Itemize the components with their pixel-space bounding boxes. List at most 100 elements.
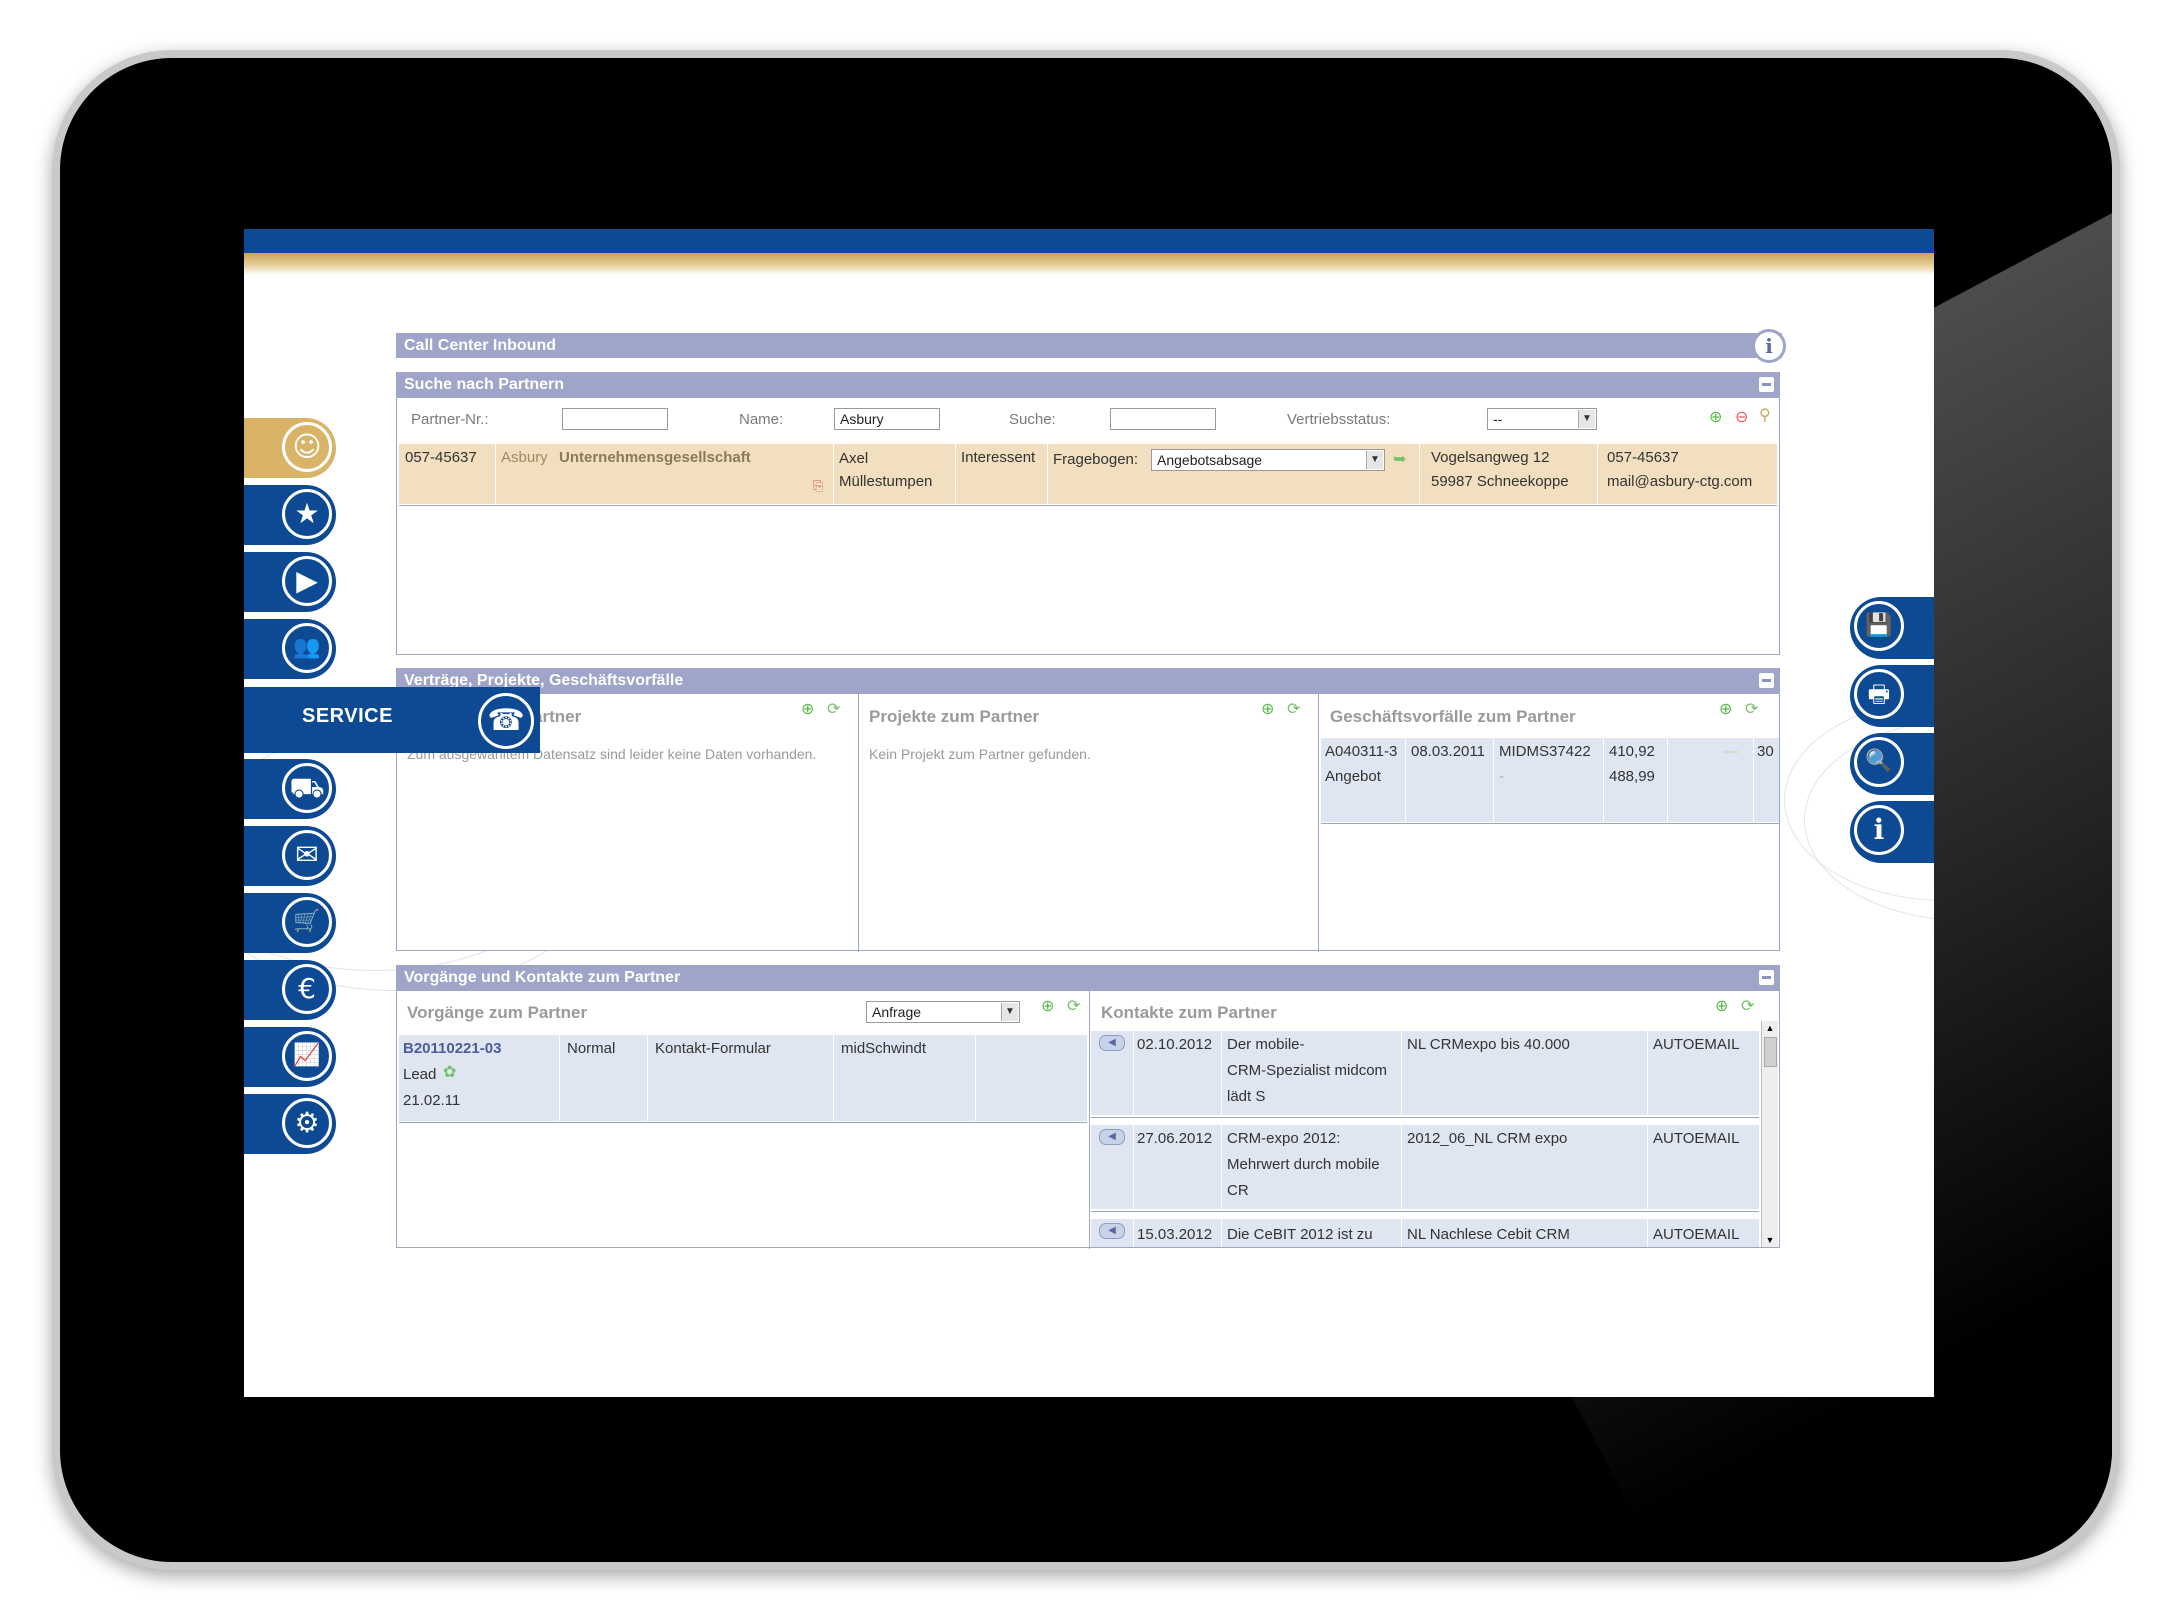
add-icon[interactable]: ⊕ [1715, 999, 1728, 1015]
col-divider [1401, 1125, 1402, 1209]
partner-nr-input[interactable] [562, 408, 668, 430]
nav-service-button[interactable]: SERVICE ☎ [244, 687, 540, 753]
search-icon[interactable]: ⚲ [1759, 408, 1771, 424]
col-divider [1089, 991, 1090, 1249]
gv-amount-gross: 488,99 [1609, 768, 1655, 785]
kontakt-campaign: NL Nachlese Cebit CRM [1407, 1226, 1570, 1243]
nav-logistics-button[interactable]: ⛟ [244, 759, 336, 819]
kontakt-subject-line1: CRM-expo 2012: [1227, 1130, 1341, 1147]
arrow-left-icon[interactable]: ◀ [1099, 1035, 1125, 1051]
kontakt-type: AUTOEMAIL [1653, 1036, 1740, 1053]
add-icon[interactable]: ⊕ [1261, 702, 1274, 718]
vorgang-channel: Kontakt-Formular [655, 1040, 771, 1057]
vertriebsstatus-select[interactable]: -- ▼ [1487, 408, 1597, 430]
vorgaenge-subhead: Vorgänge zum Partner [407, 1003, 588, 1022]
scroll-down-icon[interactable]: ▼ [1764, 1235, 1776, 1245]
kontakt-row[interactable]: ◀ 15.03.2012 Die CeBIT 2012 ist zu NL Na… [1091, 1219, 1759, 1247]
geschaeftsvorfall-row[interactable]: A040311-3 Angebot 08.03.2011 MIDMS37422 … [1321, 738, 1779, 822]
go-arrow-icon[interactable]: ➥ [1393, 452, 1406, 468]
result-short-name: Asbury [501, 449, 548, 466]
forklift-icon: ⛟ [282, 763, 332, 813]
col-divider [1401, 1031, 1402, 1115]
printer-icon: 🖶 [1854, 669, 1904, 719]
col-divider [833, 444, 834, 504]
col-divider [858, 694, 859, 952]
arrow-left-icon[interactable]: ◀ [1099, 1129, 1125, 1145]
row-divider [1091, 1117, 1759, 1118]
chevron-down-icon: ▼ [1001, 1003, 1018, 1021]
nav-settings-button[interactable]: ⚙ [244, 1094, 336, 1154]
row-divider [1321, 823, 1779, 824]
euro-icon: € [282, 964, 332, 1014]
kontakt-subject-line3: CR [1227, 1182, 1249, 1199]
info-icon[interactable]: i [1752, 329, 1786, 363]
search-button[interactable]: 🔍 [1850, 733, 1934, 795]
refresh-icon[interactable]: ⟳ [827, 702, 840, 718]
name-input[interactable]: Asbury [834, 408, 940, 430]
nav-favorites-button[interactable]: ★ [244, 485, 336, 545]
nav-media-button[interactable]: ▶ [244, 552, 336, 612]
nav-mail-button[interactable]: ✉ [244, 826, 336, 886]
vorgang-row[interactable]: B20110221-03 Lead ✿ 21.02.11 Normal Kont… [399, 1035, 1087, 1121]
fragebogen-select[interactable]: Angebotsabsage ▼ [1151, 449, 1385, 471]
collapse-icon[interactable] [1759, 673, 1774, 688]
col-divider [1221, 1125, 1222, 1209]
add-icon[interactable]: ⊕ [1041, 999, 1054, 1015]
collapse-icon[interactable] [1759, 970, 1774, 985]
save-button[interactable]: 💾 [1850, 597, 1934, 659]
info-nav-button[interactable]: i [1850, 801, 1934, 863]
scroll-up-icon[interactable]: ▲ [1764, 1023, 1776, 1033]
nav-shop-button[interactable]: 🛒 [244, 893, 336, 953]
service-label: SERVICE [302, 705, 393, 727]
result-email[interactable]: mail@asbury-ctg.com [1607, 470, 1752, 493]
user-icon: ☺ [282, 422, 332, 472]
suche-input[interactable] [1110, 408, 1216, 430]
col-divider [1647, 1219, 1648, 1247]
kontakt-subject-line2: CRM-Spezialist midcom [1227, 1062, 1388, 1079]
vorgang-date: 21.02.11 [403, 1092, 461, 1109]
refresh-icon[interactable]: ⟳ [1067, 999, 1080, 1015]
nav-contacts-button[interactable]: 👥 [244, 619, 336, 679]
col-divider [955, 444, 956, 504]
gv-type: Angebot [1325, 768, 1381, 785]
kontakt-row[interactable]: ◀ 02.10.2012 Der mobile- CRM-Spezialist … [1091, 1031, 1759, 1115]
add-icon[interactable]: ⊕ [801, 702, 814, 718]
result-partner-nr: 057-45637 [405, 449, 477, 466]
add-icon[interactable]: ⊕ [1719, 702, 1732, 718]
row-divider [399, 505, 1777, 506]
nav-partner-button[interactable]: ☺ [244, 418, 336, 478]
kontakt-campaign: NL CRMexpo bis 40.000 [1407, 1036, 1570, 1053]
geschaeftsvorfaelle-subhead: Geschäftsvorfälle zum Partner [1330, 707, 1576, 726]
vorgang-id-link[interactable]: B20110221-03 [403, 1037, 501, 1060]
print-button[interactable]: 🖶 [1850, 665, 1934, 727]
vorgang-type-select[interactable]: Anfrage ▼ [866, 1001, 1020, 1023]
kontakt-row[interactable]: ◀ 27.06.2012 CRM-expo 2012: Mehrwert dur… [1091, 1125, 1759, 1209]
arrow-left-icon[interactable]: ◀ [1099, 1223, 1125, 1239]
pdf-icon[interactable]: ⎘ [813, 474, 823, 497]
col-divider [1647, 1125, 1648, 1209]
nav-finance-button[interactable]: € [244, 960, 336, 1020]
col-divider [1221, 1219, 1222, 1247]
remove-icon[interactable]: ⊖ [1735, 410, 1748, 426]
kontakt-campaign: 2012_06_NL CRM expo [1407, 1130, 1568, 1147]
nav-reports-button[interactable]: 📈 [244, 1027, 336, 1087]
gv-ref2: - [1499, 768, 1504, 785]
partner-nr-label: Partner-Nr.: [411, 411, 489, 428]
gears-icon: ⚙ [282, 1098, 332, 1148]
refresh-icon[interactable]: ⟳ [1741, 999, 1754, 1015]
refresh-icon[interactable]: ⟳ [1287, 702, 1300, 718]
result-company-link[interactable]: Unternehmensgesellschaft [559, 446, 751, 469]
result-street: Vogelsangweg 12 [1431, 449, 1550, 466]
vorgaenge-panel: Vorgänge zum Partner Anfrage ▼ ⊕ ⟳ B2011… [396, 990, 1780, 1249]
kontakt-type: AUTOEMAIL [1653, 1226, 1740, 1243]
vorgaenge-panel-title: Vorgänge und Kontakte zum Partner [404, 969, 681, 986]
kontakte-scrollbar[interactable]: ▲ ▼ [1761, 1021, 1778, 1247]
page-title: Call Center Inbound [404, 337, 556, 354]
collapse-icon[interactable] [1759, 377, 1774, 392]
gv-dash: — [1723, 743, 1738, 760]
add-icon[interactable]: ⊕ [1709, 410, 1722, 426]
refresh-icon[interactable]: ⟳ [1745, 702, 1758, 718]
scroll-thumb[interactable] [1764, 1037, 1777, 1067]
result-row[interactable]: 057-45637 Asbury Unternehmensgesellschaf… [399, 444, 1777, 504]
gv-date: 08.03.2011 [1411, 743, 1485, 760]
